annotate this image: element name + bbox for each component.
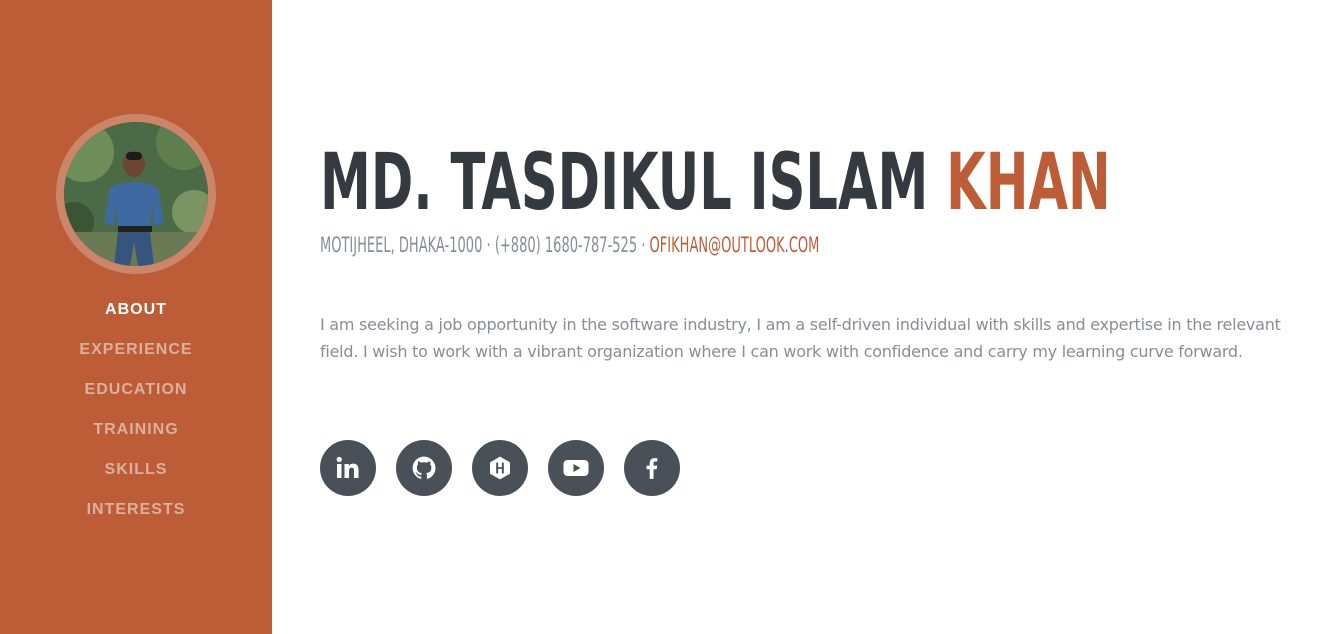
- avatar-ring: [56, 114, 216, 274]
- avatar: [64, 122, 208, 266]
- last-name: KHAN: [946, 138, 1111, 228]
- phone: (+880) 1680-787-525: [494, 233, 638, 257]
- facebook-button[interactable]: [624, 440, 680, 496]
- nav-item-experience: Experience: [0, 338, 272, 378]
- linkedin-button[interactable]: [320, 440, 376, 496]
- first-name: MD. TASDIKUL ISLAM: [320, 138, 929, 228]
- email-link[interactable]: OFIKHAN@OUTLOOK.COM: [650, 233, 820, 257]
- youtube-button[interactable]: [548, 440, 604, 496]
- hackerrank-icon: [490, 456, 510, 480]
- separator: ·: [641, 233, 646, 257]
- sidebar-nav: About Experience Education Training Skil…: [0, 298, 272, 538]
- nav-item-about: About: [0, 298, 272, 338]
- social-icons: [320, 440, 680, 496]
- nav-item-interests: Interests: [0, 498, 272, 538]
- address: MOTIJHEEL, DHAKA-1000: [320, 233, 483, 257]
- contact-line: MOTIJHEEL, DHAKA-1000 · (+880) 1680-787-…: [320, 231, 819, 259]
- nav-link-interests[interactable]: Interests: [87, 501, 186, 518]
- about-text: I am seeking a job opportunity in the so…: [320, 315, 1281, 361]
- nav-item-skills: Skills: [0, 458, 272, 498]
- profile-name: MD. TASDIKUL ISLAM KHAN: [320, 138, 1111, 228]
- about-section: MD. TASDIKUL ISLAM KHAN MOTIJHEEL, DHAKA…: [320, 0, 1310, 634]
- youtube-icon: [563, 460, 589, 476]
- avatar-photo: [64, 122, 208, 266]
- nav-item-education: Education: [0, 378, 272, 418]
- nav-link-training[interactable]: Training: [93, 421, 178, 438]
- sidebar: About Experience Education Training Skil…: [0, 0, 272, 634]
- github-icon: [412, 456, 436, 479]
- nav-link-skills[interactable]: Skills: [105, 461, 168, 478]
- separator: ·: [486, 233, 491, 257]
- linkedin-icon: [336, 456, 359, 478]
- nav-item-training: Training: [0, 418, 272, 458]
- nav-link-education[interactable]: Education: [85, 381, 188, 398]
- nav-link-about[interactable]: About: [105, 301, 167, 318]
- github-button[interactable]: [396, 440, 452, 496]
- facebook-icon: [646, 458, 658, 479]
- hackerrank-button[interactable]: [472, 440, 528, 496]
- nav-link-experience[interactable]: Experience: [79, 341, 192, 358]
